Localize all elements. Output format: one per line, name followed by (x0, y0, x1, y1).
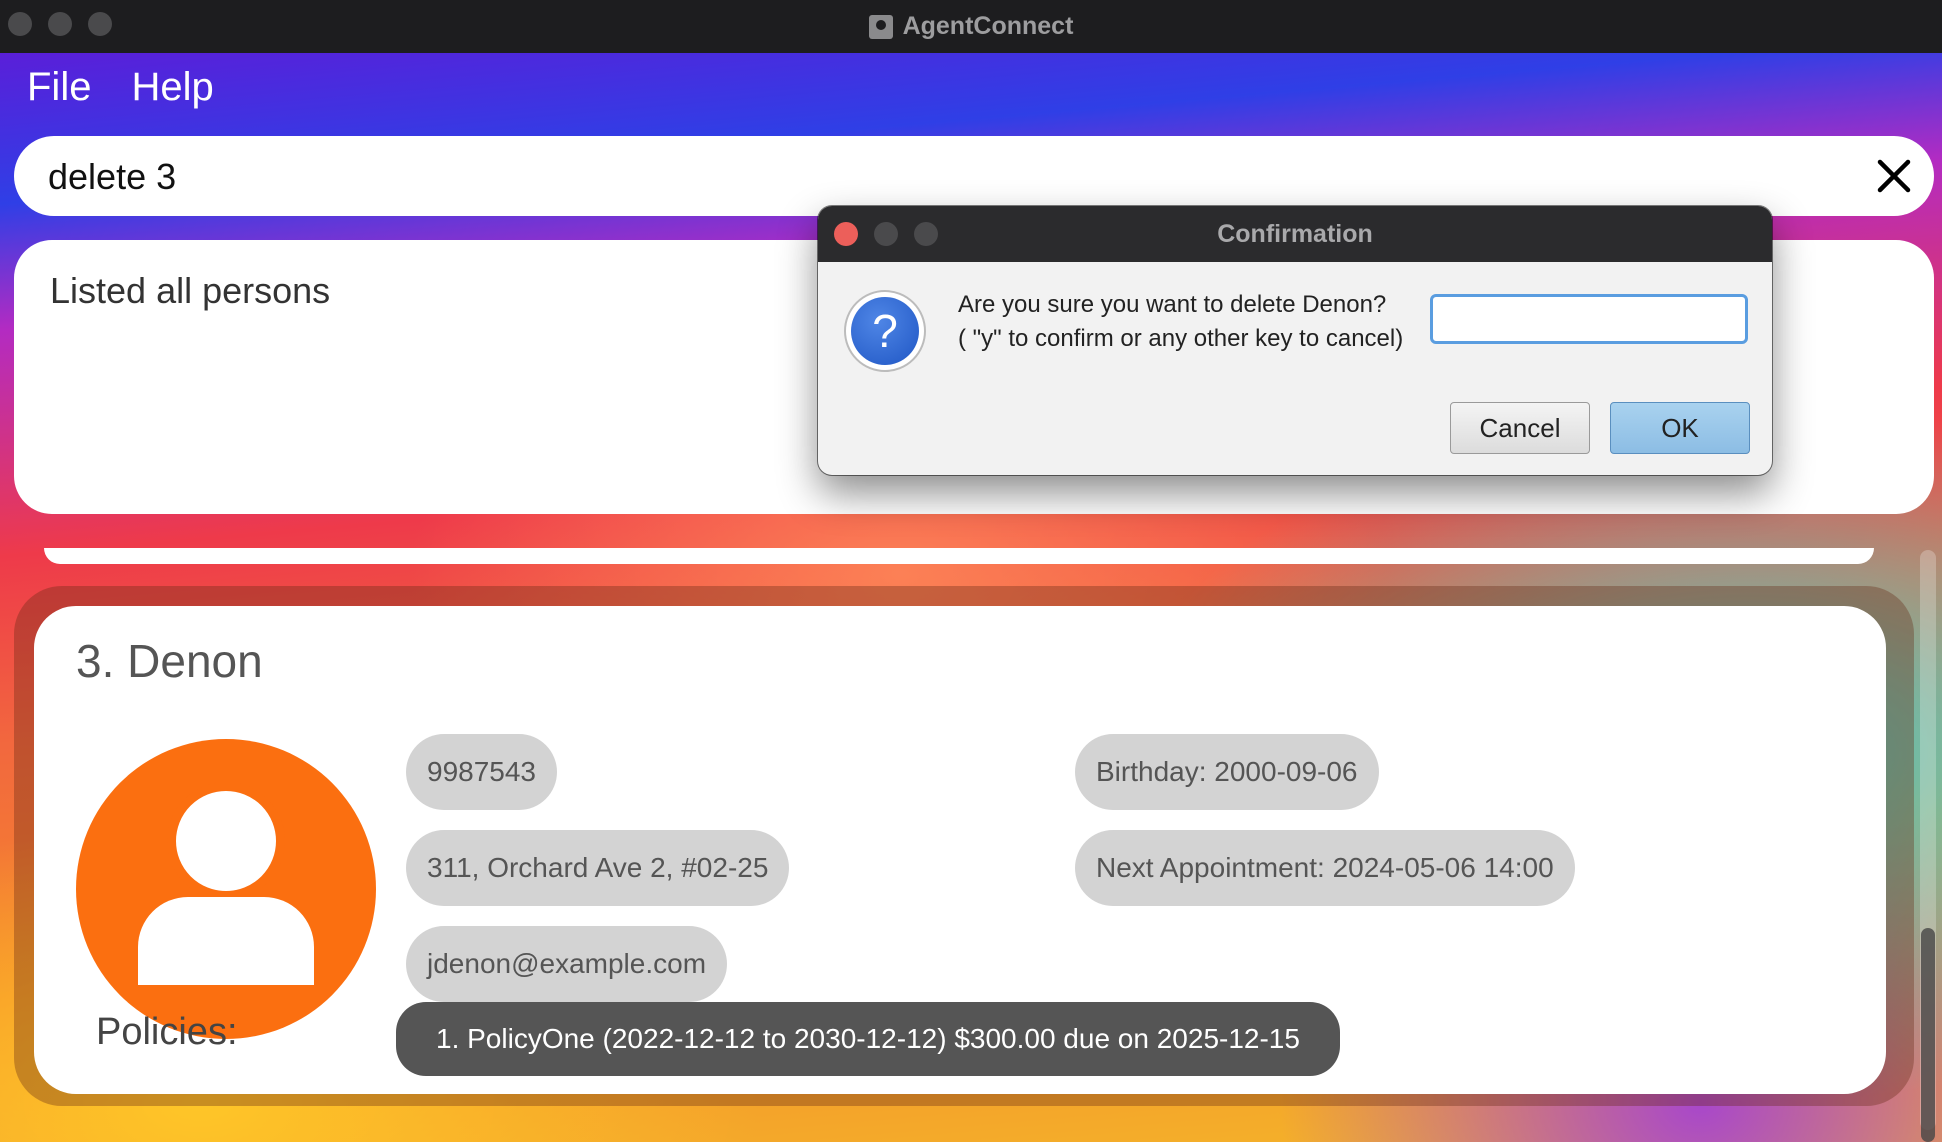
result-text: Listed all persons (50, 270, 331, 311)
close-icon[interactable] (1874, 156, 1914, 196)
person-card[interactable]: 3. Denon 9987543 311, Orchard Ave 2, #02… (34, 606, 1886, 1094)
dialog-minimize-button[interactable] (874, 222, 898, 246)
policies-label: Policies: (96, 1011, 238, 1053)
confirmation-input[interactable] (1430, 294, 1748, 344)
menu-file[interactable]: File (27, 65, 91, 110)
phone-chip: 9987543 (406, 734, 558, 810)
app-title-text: AgentConnect (902, 12, 1074, 40)
dialog-window-controls (834, 222, 938, 246)
previous-card-edge (44, 548, 1874, 564)
menu-bar: File Help (27, 65, 214, 110)
window-controls (8, 12, 112, 36)
dialog-zoom-button[interactable] (914, 222, 938, 246)
command-input[interactable] (46, 148, 1850, 206)
dialog-message: Are you sure you want to delete Denon? (… (958, 288, 1403, 356)
dialog-message-line1: Are you sure you want to delete Denon? (958, 291, 1387, 318)
cancel-button[interactable]: Cancel (1450, 402, 1590, 454)
dialog-message-line2: ( "y" to confirm or any other key to can… (958, 325, 1404, 352)
window-close-button[interactable] (8, 12, 32, 36)
birthday-chip: Birthday: 2000-09-06 (1075, 734, 1379, 810)
email-chip: jdenon@example.com (406, 926, 728, 1002)
menu-help[interactable]: Help (131, 65, 213, 110)
person-name: 3. Denon (76, 635, 263, 687)
confirmation-dialog: Confirmation ? Are you sure you want to … (818, 206, 1772, 475)
avatar-head (167, 782, 285, 900)
command-box (14, 136, 1934, 216)
user-icon (76, 739, 376, 1039)
window-minimize-button[interactable] (48, 12, 72, 36)
scrollbar-thumb[interactable] (1921, 928, 1935, 1142)
window-titlebar: AgentConnect (0, 0, 1942, 53)
app-title: AgentConnect (868, 12, 1074, 41)
policy-chip: 1. PolicyOne (2022-12-12 to 2030-12-12) … (396, 1002, 1340, 1076)
question-icon: ? (844, 290, 926, 372)
address-chip: 311, Orchard Ave 2, #02-25 (406, 830, 790, 906)
dialog-close-button[interactable] (834, 222, 858, 246)
app-icon (868, 14, 893, 39)
window-zoom-button[interactable] (88, 12, 112, 36)
avatar-body (138, 897, 314, 985)
ok-button[interactable]: OK (1610, 402, 1750, 454)
dialog-title: Confirmation (1217, 219, 1373, 248)
appointment-chip: Next Appointment: 2024-05-06 14:00 (1075, 830, 1575, 906)
dialog-titlebar: Confirmation (818, 206, 1772, 262)
